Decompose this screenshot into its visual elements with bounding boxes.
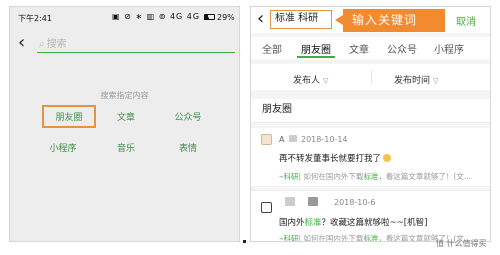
search-home-screen: 下午2:41 ▣ ⊘ ∗ ▥ ⊚ 4G 4G ▲ 29% ‹ ⌕ 搜索 搜索指定…	[9, 6, 240, 242]
blurred-name	[289, 135, 297, 142]
tab-official-accounts[interactable]: 公众号	[387, 41, 417, 56]
tab-moments[interactable]: 朋友圈	[301, 41, 331, 56]
filter-publisher[interactable]: 发布人 ▽	[293, 73, 328, 86]
avatar	[261, 134, 272, 145]
link-keyword: 标准	[363, 234, 379, 242]
result-filters: 发布人 ▽ 发布时间 ▽	[251, 64, 490, 90]
search-icon: ⌕	[39, 39, 45, 50]
status-icons: ▣ ⊘ ∗ ▥ ⊚ 4G 4G ▲	[112, 12, 211, 21]
moment-post[interactable]: A 2018-10-14 再不转发董事长就要打我了 ⌁科研| 如何在国内外下载标…	[251, 128, 490, 186]
avatar	[261, 202, 272, 213]
post-text-keyword: 标准	[304, 218, 322, 228]
search-hint: 搜索指定内容	[100, 91, 149, 100]
status-time: 下午2:41	[18, 14, 52, 23]
search-category-moments[interactable]: 朋友圈	[42, 105, 96, 128]
tab-mini-programs[interactable]: 小程序	[434, 41, 464, 56]
blurred-name	[285, 197, 295, 206]
filter-publisher-label: 发布人	[293, 76, 321, 86]
chevron-down-icon: ▽	[433, 77, 439, 85]
search-category-stickers[interactable]: 表情	[163, 141, 213, 154]
post-text: 国内外标准？收藏这篇就够啦~~[机智]	[279, 216, 427, 228]
link-text-after: ，看这篇文章就够了！(文...	[378, 172, 472, 181]
link-source: 科研	[283, 172, 299, 181]
moment-post[interactable]: 2018-10-6 国内外标准？收藏这篇就够啦~~[机智] ⌁科研| 如何在国内…	[251, 190, 490, 242]
result-tabs: 全部 朋友圈 文章 公众号 小程序	[251, 37, 490, 59]
search-bar: ‹ ⌕ 搜索	[10, 33, 239, 57]
chevron-down-icon: ▽	[323, 77, 329, 85]
annotation-callout: 输入关键词	[335, 9, 445, 32]
post-text-after: ？收藏这篇就够啦~~[机智]	[321, 218, 428, 228]
link-text-before: | 如何在国内外下载	[298, 234, 364, 242]
tab-all[interactable]: 全部	[262, 41, 282, 56]
post-link[interactable]: ⌁科研| 如何在国内外下载标准，看这篇文章就够了！(文...	[279, 171, 471, 182]
battery-fill	[205, 15, 208, 19]
watermark: 值 什么值得买	[436, 239, 487, 248]
search-results-screen: ‹ 标准 科研 输入关键词 取消 全部 朋友圈 文章 公众号 小程序 发布人 ▽ …	[250, 6, 491, 242]
link-source: 科研	[283, 234, 299, 242]
post-text: 再不转发董事长就要打我了	[279, 152, 392, 164]
filter-publish-time-label: 发布时间	[394, 76, 431, 86]
post-author: A	[279, 135, 285, 144]
back-arrow-icon[interactable]: ‹	[257, 9, 264, 29]
search-category-official-accounts[interactable]: 公众号	[163, 110, 213, 123]
status-bar: 下午2:41 ▣ ⊘ ∗ ▥ ⊚ 4G 4G ▲ 29%	[10, 7, 239, 27]
post-date: 2018-10-14	[301, 135, 348, 144]
battery-percent: 29%	[217, 13, 235, 22]
battery-icon	[204, 14, 215, 20]
post-text-before: 国内外	[279, 218, 305, 228]
search-category-articles[interactable]: 文章	[101, 110, 151, 123]
search-input[interactable]: ⌕ 搜索	[37, 37, 235, 53]
back-arrow-icon[interactable]: ‹	[18, 33, 25, 53]
search-placeholder: 搜索	[46, 39, 67, 50]
section-title: 朋友圈	[251, 99, 490, 123]
link-text-before: | 如何在国内外下载	[298, 172, 364, 181]
stage: 下午2:41 ▣ ⊘ ∗ ▥ ⊚ 4G 4G ▲ 29% ‹ ⌕ 搜索 搜索指定…	[0, 0, 500, 255]
filter-divider	[371, 70, 372, 84]
tab-articles[interactable]: 文章	[349, 41, 369, 56]
link-keyword: 标准	[363, 172, 379, 181]
blurred-name	[308, 197, 318, 206]
divider-dot	[243, 240, 246, 243]
search-category-mini-programs[interactable]: 小程序	[38, 141, 88, 154]
post-date: 2018-10-6	[334, 198, 376, 207]
post-text-content: 再不转发董事长就要打我了	[279, 154, 382, 164]
keyword-search-input[interactable]: 标准 科研	[270, 10, 332, 29]
search-category-music[interactable]: 音乐	[101, 141, 151, 154]
results-header: ‹ 标准 科研 输入关键词 取消	[251, 7, 490, 33]
filter-publish-time[interactable]: 发布时间 ▽	[394, 73, 438, 86]
active-tab-indicator	[297, 56, 335, 58]
cancel-button[interactable]: 取消	[456, 13, 476, 28]
smile-emoji-icon	[383, 154, 392, 162]
